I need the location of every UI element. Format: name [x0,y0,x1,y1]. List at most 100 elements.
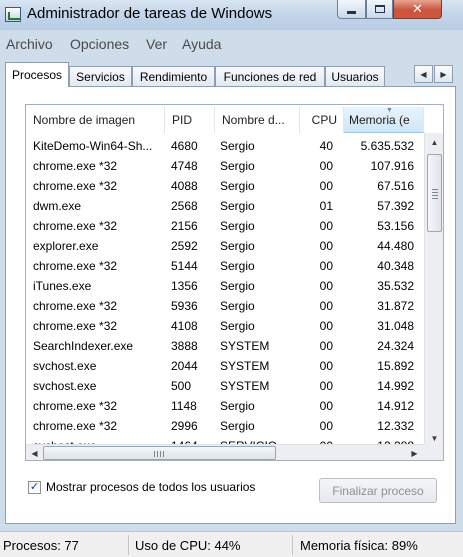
menu-ayuda[interactable]: Ayuda [182,36,221,52]
process-name: chrome.exe *32 [33,179,118,193]
window-title: Administrador de tareas de Windows [27,5,273,22]
scroll-up-icon[interactable]: ▲ [426,134,443,151]
table-row[interactable]: svchost.exe 2044 SYSTEM 00 15.892 [26,356,424,376]
process-cpu: 00 [319,159,333,173]
process-name: SearchIndexer.exe [33,339,134,353]
menu-ver[interactable]: Ver [146,36,167,52]
scroll-left-icon[interactable]: ◀ [26,445,43,460]
process-memory: 31.872 [377,299,414,313]
process-memory: 40.348 [377,259,414,273]
table-row[interactable]: chrome.exe *32 2996 Sergio 00 12.332 [26,416,424,436]
column-header-memory[interactable]: ▼ Memoria (e [344,107,424,133]
table-row[interactable]: svchost.exe 500 SYSTEM 00 14.992 [26,376,424,396]
process-pid: 3888 [171,339,198,353]
table-row[interactable]: SearchIndexer.exe 3888 SYSTEM 00 24.324 [26,336,424,356]
status-bar: Procesos: 77 Uso de CPU: 44% Memoria fís… [0,531,463,557]
process-name: chrome.exe *32 [33,259,118,273]
process-pid: 2568 [171,199,198,213]
table-row[interactable]: chrome.exe *32 4748 Sergio 00 107.916 [26,156,424,176]
tab-usuarios[interactable]: Usuarios [325,66,385,86]
process-pid: 2996 [171,419,198,433]
table-row[interactable]: chrome.exe *32 4108 Sergio 00 31.048 [26,316,424,336]
table-row[interactable]: chrome.exe *32 5144 Sergio 00 40.348 [26,256,424,276]
table-row[interactable]: dwm.exe 2568 Sergio 01 57.392 [26,196,424,216]
processes-panel: Nombre de imagen PID Nombre d... CPU ▼ M… [5,86,456,524]
process-memory: 44.480 [377,239,414,253]
tab-scroll-left-button[interactable]: ◀ [414,65,433,83]
status-cpu: Uso de CPU: 44% [135,538,241,553]
process-user: Sergio [220,259,255,273]
process-pid: 4108 [171,319,198,333]
column-header-user[interactable]: Nombre d... [215,107,300,133]
table-row[interactable]: KiteDemo-Win64-Sh... 4680 Sergio 40 5.635.53… [26,136,424,156]
process-user: Sergio [220,159,255,173]
process-cpu: 00 [319,219,333,233]
process-cpu: 00 [319,259,333,273]
process-cpu: 00 [319,419,333,433]
tab-rendimiento[interactable]: Rendimiento [132,66,215,86]
table-row[interactable]: chrome.exe *32 1148 Sergio 00 14.912 [26,396,424,416]
process-memory: 53.156 [377,219,414,233]
process-cpu: 01 [319,199,333,213]
table-row[interactable]: chrome.exe *32 4088 Sergio 00 67.516 [26,176,424,196]
task-manager-icon [5,7,21,22]
column-header-cpu[interactable]: CPU [300,107,344,133]
process-memory: 14.992 [377,379,414,393]
menu-opciones[interactable]: Opciones [70,36,129,52]
horizontal-scrollbar[interactable]: ◀ ▶ [26,444,424,460]
process-memory: 14.912 [377,399,414,413]
tab-servicios[interactable]: Servicios [69,66,132,86]
process-name: KiteDemo-Win64-Sh... [33,139,153,153]
process-name: chrome.exe *32 [33,159,118,173]
process-memory: 24.324 [377,339,414,353]
column-header-memory-label: Memoria (e [349,112,410,127]
table-row[interactable]: chrome.exe *32 5936 Sergio 00 31.872 [26,296,424,316]
process-cpu: 00 [319,399,333,413]
process-user: Sergio [220,199,255,213]
minimize-icon [347,11,356,14]
process-user: Sergio [220,419,255,433]
table-row[interactable]: iTunes.exe 1356 Sergio 00 35.532 [26,276,424,296]
process-pid: 4748 [171,159,198,173]
close-button[interactable]: ✕ [393,0,442,19]
vertical-scroll-thumb[interactable] [427,154,442,232]
process-user: Sergio [220,299,255,313]
check-icon: ✓ [29,481,40,493]
process-list[interactable]: Nombre de imagen PID Nombre d... CPU ▼ M… [25,104,444,461]
process-cpu: 00 [319,279,333,293]
menu-archivo[interactable]: Archivo [6,36,53,52]
process-memory: 57.392 [377,199,414,213]
status-memory: Memoria física: 89% [300,538,418,553]
process-user: Sergio [220,239,255,253]
table-row[interactable]: explorer.exe 2592 Sergio 00 44.480 [26,236,424,256]
maximize-button[interactable] [366,0,393,19]
sort-arrow-icon: ▼ [386,107,393,114]
tab-scroll-right-button[interactable]: ▶ [434,65,453,83]
tab-procesos[interactable]: Procesos [5,62,69,87]
title-bar[interactable]: Administrador de tareas de Windows ✕ [0,0,463,30]
chevron-right-icon: ▶ [440,69,447,79]
end-process-button[interactable]: Finalizar proceso [319,478,437,503]
process-cpu: 00 [319,179,333,193]
minimize-button[interactable] [337,0,366,19]
show-all-users-label[interactable]: Mostrar procesos de todos los usuarios [46,480,255,494]
process-name: iTunes.exe [33,279,92,293]
vertical-scrollbar[interactable]: ▲ ▼ [424,133,443,449]
column-header-image-name[interactable]: Nombre de imagen [26,107,165,133]
show-all-users-checkbox[interactable]: ✓ [28,481,41,494]
scroll-right-icon[interactable]: ▶ [406,445,423,460]
process-user: Sergio [220,139,255,153]
horizontal-scroll-thumb[interactable] [43,446,276,460]
process-memory: 31.048 [377,319,414,333]
process-user: SYSTEM [220,379,270,393]
status-separator [128,535,129,555]
tab-funciones-de-red[interactable]: Funciones de red [215,66,325,86]
table-row[interactable]: chrome.exe *32 2156 Sergio 00 53.156 [26,216,424,236]
process-memory: 12.332 [377,419,414,433]
process-user: SYSTEM [220,359,270,373]
process-cpu: 00 [319,319,333,333]
column-header-pid[interactable]: PID [165,107,215,133]
process-cpu: 00 [319,299,333,313]
scrollbar-corner [424,444,443,460]
process-name: chrome.exe *32 [33,399,118,413]
